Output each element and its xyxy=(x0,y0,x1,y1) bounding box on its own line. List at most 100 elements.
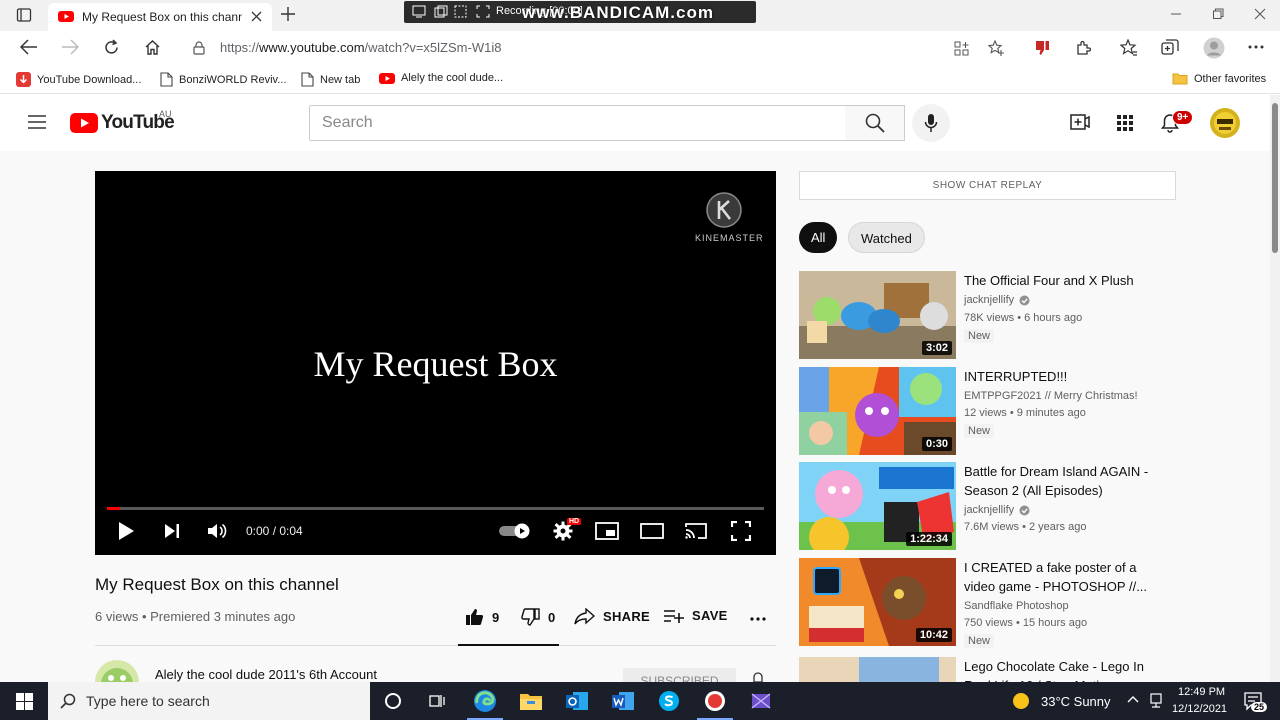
recommended-video[interactable]: 1:22:34 Battle for Dream Island AGAIN - … xyxy=(799,462,1179,550)
add-favorite-icon[interactable] xyxy=(988,40,1005,56)
weather-text[interactable]: 33°C Sunny xyxy=(1041,694,1111,709)
search-input[interactable] xyxy=(310,106,845,140)
skype-icon[interactable] xyxy=(657,689,681,713)
video-channel[interactable]: jacknjellify xyxy=(964,294,1030,306)
full-capture-icon[interactable] xyxy=(476,5,490,18)
active-tab[interactable]: My Request Box on this channel xyxy=(48,3,272,31)
video-title[interactable]: I CREATED a fake poster of a video game … xyxy=(964,558,1164,596)
video-thumbnail[interactable]: 3:02 xyxy=(799,271,956,359)
video-channel[interactable]: jacknjellify xyxy=(964,504,1030,516)
theater-mode-button[interactable] xyxy=(640,519,664,543)
maximize-icon[interactable] xyxy=(1212,8,1224,20)
network-icon[interactable] xyxy=(1149,693,1163,709)
chip-all[interactable]: All xyxy=(799,222,838,253)
back-icon[interactable] xyxy=(20,39,38,55)
notification-bell-icon[interactable] xyxy=(751,672,765,682)
like-button[interactable]: 9 xyxy=(465,608,500,626)
bookmark-bonziworld[interactable]: BonziWORLD Reviv... xyxy=(160,72,286,87)
create-video-icon[interactable] xyxy=(1070,113,1090,131)
video-channel[interactable]: Sandflake Photoshop xyxy=(964,600,1069,612)
recommended-video[interactable]: 0:30 INTERRUPTED!!! EMTPPGF2021 // Merry… xyxy=(799,367,1179,455)
video-title[interactable]: Battle for Dream Island AGAIN - Season 2… xyxy=(964,462,1164,500)
hamburger-menu-icon[interactable] xyxy=(28,115,46,129)
video-title[interactable]: INTERRUPTED!!! xyxy=(964,367,1164,386)
extensions-icon[interactable] xyxy=(1075,39,1092,56)
clock-date[interactable]: 12/12/2021 xyxy=(1172,703,1227,715)
video-player[interactable]: KINEMASTER My Request Box 0:00 / 0:04 HD xyxy=(95,171,776,555)
bookmark-alely[interactable]: Alely the cool dude... xyxy=(379,72,503,84)
minimize-icon[interactable] xyxy=(1170,8,1182,20)
account-avatar[interactable] xyxy=(1209,107,1241,139)
task-view-icon[interactable] xyxy=(425,689,449,713)
edge-browser-icon[interactable] xyxy=(473,689,497,713)
volume-button[interactable] xyxy=(207,519,227,543)
recommended-video[interactable]: 10:42 I CREATED a fake poster of a video… xyxy=(799,558,1179,648)
region-capture-icon[interactable] xyxy=(454,5,468,18)
taskbar-search[interactable]: Type here to search xyxy=(48,682,370,720)
video-thumbnail[interactable]: 0:30 xyxy=(799,367,956,455)
other-favorites[interactable]: Other favorites xyxy=(1172,72,1266,85)
tray-chevron-icon[interactable] xyxy=(1127,695,1139,703)
voice-search-button[interactable] xyxy=(912,104,950,142)
bookmark-new-tab[interactable]: New tab xyxy=(301,72,360,87)
video-thumbnail[interactable] xyxy=(799,657,956,682)
screen-icon[interactable] xyxy=(412,5,426,18)
fullscreen-button[interactable] xyxy=(731,519,751,543)
cortana-icon[interactable] xyxy=(381,689,405,713)
favorites-icon[interactable] xyxy=(1120,39,1138,56)
progress-bar[interactable] xyxy=(107,507,764,510)
chip-watched[interactable]: Watched xyxy=(848,222,925,253)
file-explorer-icon[interactable] xyxy=(519,689,543,713)
clock-time[interactable]: 12:49 PM xyxy=(1178,686,1225,698)
play-button[interactable] xyxy=(117,519,135,543)
new-tab-icon[interactable] xyxy=(281,7,295,21)
outlook-icon[interactable] xyxy=(565,689,589,713)
dislike-extension-icon[interactable] xyxy=(1034,39,1051,56)
lock-icon[interactable] xyxy=(193,41,205,55)
tab-actions-icon[interactable] xyxy=(16,7,32,23)
bandicam-record-icon[interactable] xyxy=(703,689,727,713)
share-button[interactable]: SHARE xyxy=(574,608,650,625)
video-title[interactable]: The Official Four and X Plush xyxy=(964,271,1164,290)
url-field[interactable]: https://www.youtube.com/watch?v=x5lZSm-W… xyxy=(178,34,1018,62)
video-thumbnail[interactable]: 10:42 xyxy=(799,558,956,646)
recording-toolbar: Recording [00:00] www.BANDICAM.com xyxy=(404,1,756,23)
cast-button[interactable] xyxy=(684,519,708,543)
home-icon[interactable] xyxy=(144,39,161,56)
recommended-video[interactable]: 3:02 The Official Four and X Plush jackn… xyxy=(799,271,1179,359)
channel-avatar[interactable] xyxy=(95,660,140,682)
window-close-icon[interactable] xyxy=(1254,8,1266,20)
recommended-video[interactable]: Lego Chocolate Cake - Lego In Real Life … xyxy=(799,657,1179,682)
miniplayer-button[interactable] xyxy=(595,519,619,543)
bookmark-youtube-downloader[interactable]: YouTube Download... xyxy=(16,72,141,87)
apps-grid-icon[interactable] xyxy=(1117,115,1133,131)
word-icon[interactable] xyxy=(611,689,635,713)
weather-sun-icon[interactable] xyxy=(1012,692,1030,710)
video-channel[interactable]: EMTPPGF2021 // Merry Christmas! xyxy=(964,390,1138,402)
autoplay-toggle[interactable] xyxy=(498,519,532,543)
video-title[interactable]: Lego Chocolate Cake - Lego In Real Life … xyxy=(964,657,1164,682)
search-button[interactable] xyxy=(845,105,905,141)
channel-name[interactable]: Alely the cool dude 2011's 6th Account xyxy=(155,667,377,682)
dislike-button[interactable]: 0 xyxy=(521,608,556,626)
subscribe-button[interactable]: SUBSCRIBED xyxy=(623,668,736,682)
collections-icon[interactable] xyxy=(1161,39,1179,56)
settings-more-icon[interactable] xyxy=(1248,45,1264,49)
video-editor-icon[interactable] xyxy=(749,689,773,713)
scrollbar-thumb[interactable] xyxy=(1272,103,1278,253)
profile-avatar-icon[interactable] xyxy=(1203,37,1225,59)
video-thumbnail[interactable]: 1:22:34 xyxy=(799,462,956,550)
refresh-icon[interactable] xyxy=(103,39,120,56)
windows-start-icon[interactable] xyxy=(12,689,36,713)
video-stats: 7.6M views • 2 years ago xyxy=(964,521,1087,533)
page-scrollbar[interactable] xyxy=(1270,95,1280,682)
window-capture-icon[interactable] xyxy=(434,5,448,18)
save-button[interactable]: SAVE xyxy=(664,608,728,623)
forward-icon[interactable] xyxy=(61,39,79,55)
show-chat-replay-button[interactable]: SHOW CHAT REPLAY xyxy=(799,171,1176,200)
divider xyxy=(95,645,776,646)
app-available-icon[interactable] xyxy=(954,41,969,56)
more-actions-icon[interactable] xyxy=(750,617,766,621)
next-button[interactable] xyxy=(163,519,181,543)
tab-close-icon[interactable] xyxy=(251,11,262,22)
